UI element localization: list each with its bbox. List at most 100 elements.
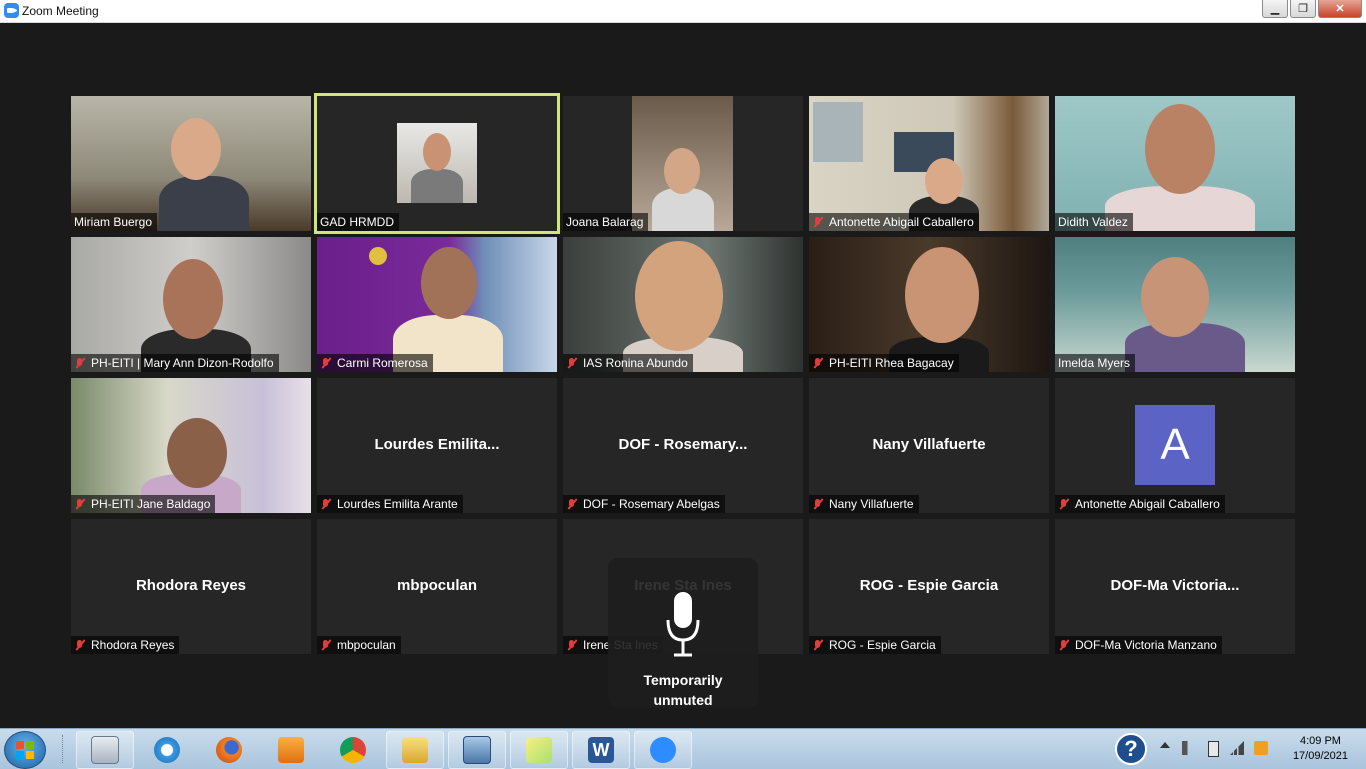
participant-tile[interactable]: Antonette Abigail Caballero [809, 96, 1049, 231]
muted-mic-icon [74, 498, 86, 510]
participant-label: PH-EITI Jane Baldago [71, 495, 216, 513]
remote-desktop-icon[interactable] [448, 731, 506, 769]
participant-label: mbpoculan [317, 636, 401, 654]
restore-button[interactable]: ❐ [1290, 0, 1316, 18]
muted-mic-icon [74, 357, 86, 369]
muted-mic-icon [812, 216, 824, 228]
muted-mic-icon [1058, 639, 1070, 651]
participant-label: Rhodora Reyes [71, 636, 180, 654]
chrome-icon[interactable] [324, 731, 382, 769]
participant-label: DOF - Rosemary Abelgas [563, 495, 725, 513]
participant-label: ROG - Espie Garcia [809, 636, 941, 654]
muted-mic-icon [74, 639, 86, 651]
participant-tile[interactable]: Joana Balarag [563, 96, 803, 231]
participant-video [809, 237, 1049, 372]
muted-mic-icon [566, 357, 578, 369]
participant-name: DOF-Ma Victoria... [1110, 577, 1240, 594]
overlay-line-1: Temporarily [643, 672, 723, 688]
participant-video [71, 96, 311, 231]
participant-video [317, 237, 557, 372]
zoom-icon[interactable] [634, 731, 692, 769]
participant-tile-active-speaker[interactable]: GAD HRMDD [314, 93, 560, 234]
participant-label: Nany Villafuerte [809, 495, 919, 513]
participant-label: Antonette Abigail Caballero [809, 213, 979, 231]
temporarily-unmuted-overlay: Temporarily unmuted [608, 558, 758, 708]
volume-icon[interactable] [1182, 741, 1196, 755]
participant-label: PH-EITI | Mary Ann Dizon-Rodolfo [71, 354, 279, 372]
muted-mic-icon [1058, 498, 1070, 510]
participant-video [1055, 96, 1295, 231]
muted-mic-icon [320, 357, 332, 369]
participant-video [317, 96, 557, 231]
participant-label: DOF-Ma Victoria Manzano [1055, 636, 1222, 654]
participant-label: PH-EITI Rhea Bagacay [809, 354, 959, 372]
window-title: Zoom Meeting [22, 4, 99, 18]
participant-label: Carmi Romerosa [317, 354, 433, 372]
participant-tile[interactable]: PH-EITI | Mary Ann Dizon-Rodolfo [71, 237, 311, 372]
file-explorer-icon[interactable] [386, 731, 444, 769]
internet-explorer-icon[interactable] [138, 731, 196, 769]
participant-label: Joana Balarag [563, 213, 649, 231]
participant-tile[interactable]: DOF-Ma Victoria... DOF-Ma Victoria Manza… [1055, 519, 1295, 654]
firefox-icon[interactable] [200, 731, 258, 769]
participant-tile[interactable]: Lourdes Emilita... Lourdes Emilita Arant… [317, 378, 557, 513]
clock-time: 4:09 PM [1299, 735, 1341, 747]
media-player-icon[interactable] [262, 731, 320, 769]
calculator-icon[interactable] [76, 731, 134, 769]
participant-tile[interactable]: Miriam Buergo [71, 96, 311, 231]
participant-label: Antonette Abigail Caballero [1055, 495, 1225, 513]
participant-label: IAS Ronina Abundo [563, 354, 693, 372]
participant-name: Rhodora Reyes [135, 577, 247, 594]
participant-tile[interactable]: mbpoculan mbpoculan [317, 519, 557, 654]
notification-flag-icon[interactable] [1254, 741, 1268, 755]
muted-mic-icon [812, 639, 824, 651]
windows-logo-icon [16, 741, 34, 759]
muted-mic-icon [320, 639, 332, 651]
muted-mic-icon [812, 498, 824, 510]
help-icon[interactable]: ? [1115, 733, 1147, 765]
participant-name: DOF - Rosemary... [618, 436, 748, 453]
participant-tile[interactable]: Carmi Romerosa [317, 237, 557, 372]
muted-mic-icon [566, 639, 578, 651]
muted-mic-icon [320, 498, 332, 510]
show-hidden-icons-icon[interactable] [1160, 742, 1170, 748]
zoom-app-icon [4, 3, 19, 18]
muted-mic-icon [566, 498, 578, 510]
participant-label: Didith Valdez [1055, 213, 1133, 231]
participant-name: Lourdes Emilita... [374, 436, 500, 453]
participant-tile[interactable]: Rhodora Reyes Rhodora Reyes [71, 519, 311, 654]
participant-label: GAD HRMDD [317, 213, 399, 231]
participant-video [563, 237, 803, 372]
participant-label: Miriam Buergo [71, 213, 158, 231]
microphone-icon [666, 592, 700, 657]
sticky-notes-icon[interactable] [510, 731, 568, 769]
start-button[interactable] [4, 731, 46, 769]
participant-video [563, 96, 803, 231]
taskbar: W ? 4:09 PM 17/09/2021 [0, 728, 1366, 769]
title-bar: Zoom Meeting ▁ ❐ ✕ [0, 0, 1366, 23]
participant-tile[interactable]: Didith Valdez [1055, 96, 1295, 231]
participant-tile[interactable]: Nany Villafuerte Nany Villafuerte [809, 378, 1049, 513]
participant-tile[interactable]: A Antonette Abigail Caballero [1055, 378, 1295, 513]
avatar: A [1135, 405, 1215, 485]
participant-tile[interactable]: PH-EITI Rhea Bagacay [809, 237, 1049, 372]
network-signal-icon[interactable] [1230, 741, 1244, 755]
muted-mic-icon [812, 357, 824, 369]
overlay-line-2: unmuted [653, 692, 713, 708]
close-button[interactable]: ✕ [1318, 0, 1362, 18]
taskbar-grip [62, 735, 66, 763]
system-clock[interactable]: 4:09 PM 17/09/2021 [1293, 734, 1348, 764]
participant-tile[interactable]: IAS Ronina Abundo [563, 237, 803, 372]
participant-tile[interactable]: ROG - Espie Garcia ROG - Espie Garcia [809, 519, 1049, 654]
participant-video [71, 378, 311, 513]
participant-label: Imelda Myers [1055, 354, 1136, 372]
participant-video [1055, 237, 1295, 372]
participant-tile[interactable]: DOF - Rosemary... DOF - Rosemary Abelgas [563, 378, 803, 513]
participant-tile[interactable]: PH-EITI Jane Baldago [71, 378, 311, 513]
participant-name: mbpoculan [396, 577, 477, 594]
battery-icon[interactable] [1208, 741, 1219, 757]
participant-name: Nany Villafuerte [872, 436, 986, 453]
participant-tile[interactable]: Imelda Myers [1055, 237, 1295, 372]
word-icon[interactable]: W [572, 731, 630, 769]
minimize-button[interactable]: ▁ [1262, 0, 1288, 18]
